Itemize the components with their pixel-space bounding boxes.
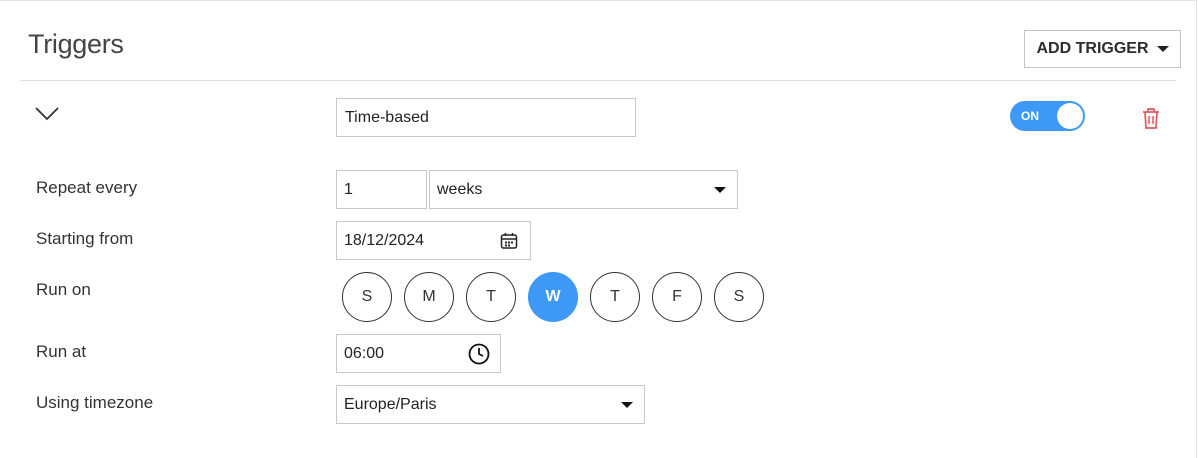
- repeat-unit-value: weeks: [437, 180, 483, 198]
- starting-from-label: Starting from: [36, 229, 134, 248]
- run-at-time-value: 06:00: [344, 344, 385, 362]
- header-divider: [20, 80, 1176, 81]
- chevron-down-icon[interactable]: [34, 103, 60, 123]
- day-thursday-button[interactable]: T: [590, 272, 640, 322]
- repeat-unit-select[interactable]: weeks: [429, 170, 738, 209]
- trigger-enabled-toggle[interactable]: ON: [1010, 101, 1085, 131]
- timezone-select[interactable]: Europe/Paris: [336, 385, 645, 424]
- clock-icon[interactable]: [468, 343, 490, 365]
- day-sunday-button[interactable]: S: [342, 272, 392, 322]
- day-wednesday-button[interactable]: W: [528, 272, 578, 322]
- start-date-input[interactable]: 18/12/2024: [336, 221, 531, 260]
- repeat-every-label: Repeat every: [36, 178, 138, 197]
- run-at-label: Run at: [36, 342, 87, 361]
- page-title: Triggers: [28, 29, 124, 59]
- timezone-value: Europe/Paris: [344, 395, 437, 413]
- trash-icon[interactable]: [1140, 106, 1162, 130]
- add-trigger-button[interactable]: ADD TRIGGER: [1024, 30, 1181, 68]
- caret-down-icon: [1156, 46, 1169, 52]
- day-friday-button[interactable]: F: [652, 272, 702, 322]
- toggle-knob: [1057, 103, 1083, 129]
- trigger-name-input[interactable]: [336, 98, 636, 137]
- toggle-label: ON: [1021, 109, 1039, 123]
- repeat-count-value: 1: [344, 180, 353, 198]
- repeat-count-input[interactable]: 1: [336, 170, 427, 209]
- run-on-label: Run on: [36, 280, 91, 299]
- day-saturday-button[interactable]: S: [714, 272, 764, 322]
- timezone-label: Using timezone: [36, 393, 154, 412]
- run-at-time-input[interactable]: 06:00: [336, 334, 501, 373]
- start-date-value: 18/12/2024: [344, 231, 425, 249]
- caret-down-icon: [714, 187, 726, 193]
- day-tuesday-button[interactable]: T: [466, 272, 516, 322]
- triggers-panel: Triggers ADD TRIGGER ON Repeat every 1 w…: [0, 0, 1197, 458]
- day-monday-button[interactable]: M: [404, 272, 454, 322]
- add-trigger-label: ADD TRIGGER: [1036, 40, 1149, 57]
- caret-down-icon: [621, 402, 633, 408]
- calendar-icon[interactable]: [500, 232, 518, 250]
